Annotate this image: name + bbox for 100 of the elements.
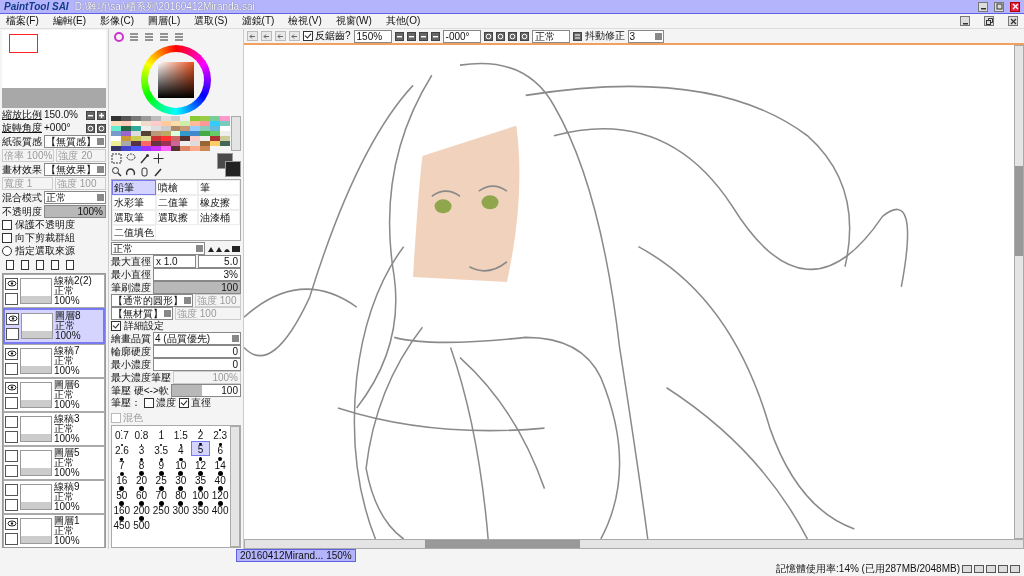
brush-size-preset[interactable]: 450 <box>112 516 132 531</box>
brush-size-preset[interactable]: 35 <box>190 471 211 486</box>
zoom-control-button[interactable] <box>406 31 416 41</box>
zoom-field[interactable]: 150% <box>353 29 392 43</box>
tool-button[interactable]: 筆 <box>198 180 240 195</box>
tool-button[interactable]: 水彩筆 <box>112 195 156 210</box>
lock-toggle[interactable] <box>5 292 18 305</box>
brush-size-preset[interactable]: 0.7 <box>112 426 132 441</box>
checkbox[interactable] <box>144 398 154 408</box>
document-tab[interactable]: 20160412Mirand... 150% <box>236 549 356 562</box>
checkbox[interactable] <box>2 233 12 243</box>
brush-size-preset[interactable]: 14 <box>210 456 230 471</box>
radio-button[interactable] <box>2 246 12 256</box>
blend-mode-dropdown[interactable]: 正常 <box>44 191 106 204</box>
zoom-icon[interactable] <box>111 166 122 177</box>
maximize-button[interactable] <box>994 1 1004 12</box>
restore-button[interactable] <box>984 16 994 26</box>
brush-size-preset[interactable]: 100 <box>190 486 211 501</box>
pressure-slider[interactable]: 100 <box>170 384 241 397</box>
canvas-thumbnail[interactable] <box>2 30 106 88</box>
scrollbar[interactable] <box>1014 45 1024 539</box>
lock-toggle[interactable] <box>5 396 18 409</box>
brush-size-preset[interactable]: 2.3 <box>210 426 230 441</box>
scrollbar[interactable] <box>231 116 241 151</box>
checkbox[interactable] <box>111 321 121 331</box>
menu-item[interactable]: 檢視(V) <box>288 15 322 27</box>
menu-item[interactable]: 選取(S) <box>194 15 228 27</box>
move-icon[interactable] <box>153 153 164 164</box>
density-slider[interactable]: 100 <box>153 281 241 294</box>
color-swatch-palette[interactable] <box>111 116 230 151</box>
brush-size-preset[interactable]: 12 <box>190 456 211 471</box>
layer-row[interactable]: 線稿3 正常 100% <box>3 412 105 446</box>
brush-size-preset[interactable]: 50 <box>112 486 132 501</box>
slider-mode-icon[interactable] <box>174 32 184 42</box>
lock-toggle[interactable] <box>5 430 18 443</box>
brush-size-preset[interactable]: 10 <box>171 456 191 471</box>
rotate-icon[interactable] <box>125 166 136 177</box>
rotate-control-button[interactable] <box>519 31 529 41</box>
magic-wand-icon[interactable] <box>139 153 150 164</box>
brush-size-preset[interactable]: 160 <box>112 501 132 516</box>
brush-size-preset[interactable]: 250 <box>151 501 171 516</box>
brush-size-preset[interactable]: 9 <box>151 456 171 471</box>
tool-button[interactable]: 二值填色 <box>112 225 156 240</box>
menu-item[interactable]: 其他(O) <box>385 15 421 27</box>
menu-item[interactable]: 圖層(L) <box>148 15 181 27</box>
visibility-toggle[interactable] <box>5 483 18 496</box>
brush-size-preset[interactable]: 200 <box>131 501 152 516</box>
menu-item[interactable]: 檔案(F) <box>6 15 39 27</box>
angle-field[interactable]: -000° <box>442 29 481 43</box>
rotate-control-button[interactable] <box>495 31 505 41</box>
history-button[interactable] <box>247 31 258 41</box>
brush-size-preset[interactable]: 120 <box>210 486 230 501</box>
tool-button[interactable]: 橡皮擦 <box>198 195 240 210</box>
brush-size-preset[interactable]: 500 <box>131 516 152 531</box>
lock-toggle[interactable] <box>5 362 18 375</box>
lock-toggle[interactable] <box>5 498 18 511</box>
visibility-toggle[interactable] <box>6 312 19 325</box>
slider-mode-icon[interactable] <box>159 32 169 42</box>
tool-button[interactable]: 噴槍 <box>156 180 198 195</box>
brush-size-preset[interactable]: 2 <box>190 426 211 441</box>
brush-size-preset[interactable]: 80 <box>171 486 191 501</box>
layer-row[interactable]: 線稿9 正常 100% <box>3 480 105 514</box>
texture-dropdown[interactable]: 【無效果】 <box>44 163 106 176</box>
brush-size-preset[interactable]: 40 <box>210 471 230 486</box>
zoom-in-button[interactable] <box>97 110 106 120</box>
history-button[interactable] <box>275 31 286 41</box>
tool-button[interactable]: 鉛筆 <box>112 180 156 195</box>
lasso-icon[interactable] <box>125 153 136 164</box>
tool-button[interactable]: 選取擦 <box>156 210 198 225</box>
tool-button[interactable]: 油漆桶 <box>198 210 240 225</box>
brush-size-preset[interactable]: 300 <box>171 501 191 516</box>
brush-size-preset[interactable]: 0.8 <box>131 426 152 441</box>
min-density-field[interactable]: 0 <box>153 358 241 371</box>
brush-size-preset[interactable]: 400 <box>210 501 230 516</box>
zoom-control-button[interactable] <box>430 31 440 41</box>
visibility-toggle[interactable] <box>5 449 18 462</box>
brush-size-preset[interactable]: 1.5 <box>171 426 191 441</box>
close-button[interactable] <box>1008 16 1018 26</box>
visibility-toggle[interactable] <box>5 347 18 360</box>
layer-row[interactable]: 圖層1 正常 100% <box>3 514 105 547</box>
minimize-button[interactable] <box>960 16 970 26</box>
brush-size-preset[interactable]: 20 <box>131 471 152 486</box>
layer-row[interactable]: 圖層5 正常 100% <box>3 446 105 480</box>
brush-size-preset[interactable]: 2.6 <box>112 441 132 456</box>
menu-item[interactable]: 編輯(E) <box>52 15 87 27</box>
rotate-control-button[interactable] <box>483 31 493 41</box>
rotate-control-button[interactable] <box>507 31 517 41</box>
checkbox[interactable] <box>303 31 313 41</box>
brush-size-preset[interactable]: 8 <box>131 456 152 471</box>
scrollbar[interactable] <box>244 539 1024 549</box>
max-size-field[interactable]: 5.0 <box>198 255 241 268</box>
brush-size-preset[interactable]: 70 <box>151 486 171 501</box>
zoom-out-button[interactable] <box>86 110 95 120</box>
layer-row[interactable]: 圖層6 正常 100% <box>3 378 105 412</box>
lock-toggle[interactable] <box>6 327 19 340</box>
size-multiplier-field[interactable]: x 1.0 <box>153 255 196 268</box>
quality-dropdown[interactable]: 4 (品質優先) <box>153 332 241 345</box>
brush-size-preset[interactable]: 4 <box>171 441 191 456</box>
visibility-toggle[interactable] <box>5 381 18 394</box>
brush-size-preset[interactable]: 60 <box>131 486 152 501</box>
